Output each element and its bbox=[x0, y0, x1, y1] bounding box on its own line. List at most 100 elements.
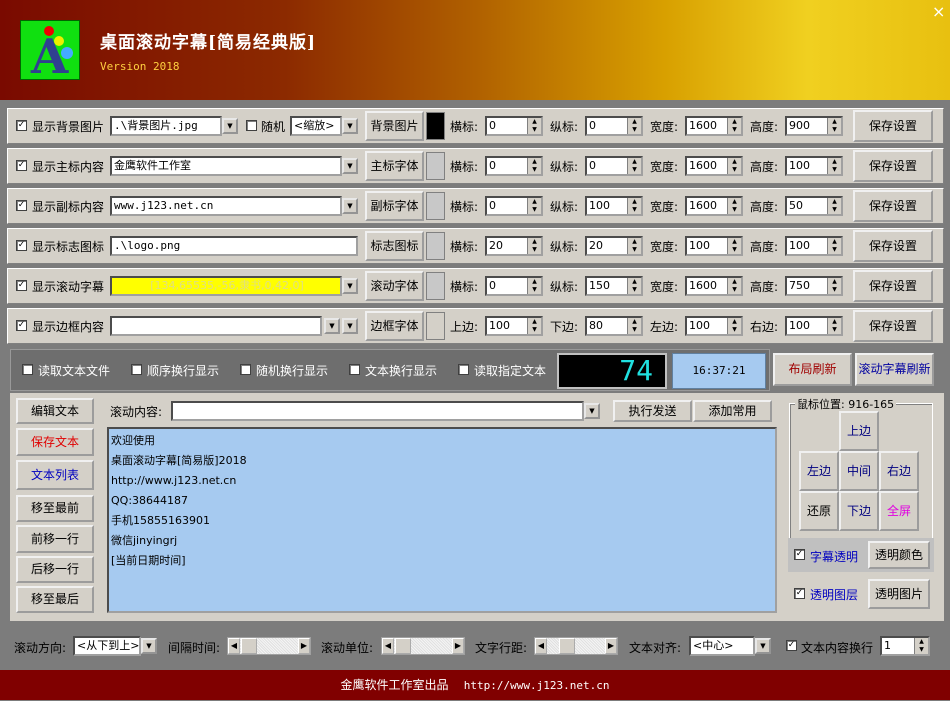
spinner-arrows-icon[interactable]: ▲ ▼ bbox=[627, 158, 641, 174]
number-spinner[interactable]: 0 ▲ ▼ bbox=[485, 116, 543, 136]
spinner-arrows-icon[interactable]: ▲ ▼ bbox=[527, 318, 541, 334]
send-button[interactable]: 执行发送 bbox=[613, 400, 692, 422]
transparent-image-button[interactable]: 透明图片 bbox=[868, 579, 930, 609]
close-button[interactable]: × bbox=[932, 2, 945, 21]
right-button[interactable]: 右边 bbox=[879, 451, 919, 491]
dropdown-button[interactable]: ▼ bbox=[342, 198, 358, 214]
scale-mode-dropdown-button[interactable]: ▼ bbox=[342, 118, 358, 134]
left-action-button[interactable]: 前移一行 bbox=[16, 525, 94, 553]
scroll-refresh-button[interactable]: 滚动字幕刷新 bbox=[855, 353, 934, 386]
font-button[interactable]: 标志图标 bbox=[365, 231, 424, 261]
subtitle-transparent-checkbox[interactable]: ✓ bbox=[794, 549, 805, 560]
add-common-button[interactable]: 添加常用 bbox=[693, 400, 772, 422]
option-checkbox[interactable] bbox=[458, 364, 469, 375]
top-button[interactable]: 上边 bbox=[839, 411, 879, 451]
dropdown-button[interactable]: ▼ bbox=[342, 278, 358, 294]
spinner-arrows-icon[interactable]: ▲ ▼ bbox=[727, 318, 741, 334]
color-swatch[interactable] bbox=[426, 232, 445, 260]
restore-button[interactable]: 还原 bbox=[799, 491, 839, 531]
save-settings-button[interactable]: 保存设置 bbox=[853, 310, 933, 342]
spinner-arrows-icon[interactable]: ▲ ▼ bbox=[827, 198, 841, 214]
save-settings-button[interactable]: 保存设置 bbox=[853, 150, 933, 182]
number-spinner[interactable]: 50 ▲ ▼ bbox=[785, 196, 843, 216]
color-swatch[interactable] bbox=[426, 272, 445, 300]
direction-dropdown-button[interactable]: ▼ bbox=[141, 638, 157, 654]
number-spinner[interactable]: 100 ▲ ▼ bbox=[585, 196, 643, 216]
number-spinner[interactable]: 0 ▲ ▼ bbox=[585, 116, 643, 136]
font-button[interactable]: 副标字体 bbox=[365, 191, 424, 221]
number-spinner[interactable]: 20 ▲ ▼ bbox=[585, 236, 643, 256]
option-checkbox[interactable] bbox=[349, 364, 360, 375]
line-spacing-slider[interactable]: ◀ ▶ bbox=[534, 637, 618, 655]
row-value-input[interactable]: www.j123.net.cn bbox=[110, 196, 342, 216]
content-textarea[interactable]: 欢迎使用 桌面滚动字幕[简易版]2018 http://www.j123.net… bbox=[107, 427, 777, 613]
middle-button[interactable]: 中间 bbox=[839, 451, 879, 491]
save-settings-button[interactable]: 保存设置 bbox=[853, 110, 933, 142]
transparent-color-button[interactable]: 透明颜色 bbox=[868, 541, 930, 569]
content-input[interactable] bbox=[171, 401, 584, 421]
number-spinner[interactable]: 0 ▲ ▼ bbox=[485, 196, 543, 216]
row-checkbox[interactable]: ✓ bbox=[16, 320, 27, 331]
number-spinner[interactable]: 100 ▲ ▼ bbox=[685, 316, 743, 336]
bottom-button[interactable]: 下边 bbox=[839, 491, 879, 531]
spinner-arrows-icon[interactable]: ▲ ▼ bbox=[827, 278, 841, 294]
number-spinner[interactable]: 0 ▲ ▼ bbox=[485, 156, 543, 176]
spinner-arrows-icon[interactable]: ▲ ▼ bbox=[827, 318, 841, 334]
spinner-arrows-icon[interactable]: ▲ ▼ bbox=[914, 638, 928, 654]
number-spinner[interactable]: 100 ▲ ▼ bbox=[685, 236, 743, 256]
left-action-button[interactable]: 移至最前 bbox=[16, 495, 94, 522]
number-spinner[interactable]: 750 ▲ ▼ bbox=[785, 276, 843, 296]
font-button[interactable]: 主标字体 bbox=[365, 151, 424, 181]
row-value-input[interactable] bbox=[110, 316, 322, 336]
row-value-input[interactable]: 金鹰软件工作室 bbox=[110, 156, 342, 176]
number-spinner[interactable]: 80 ▲ ▼ bbox=[585, 316, 643, 336]
spinner-arrows-icon[interactable]: ▲ ▼ bbox=[527, 198, 541, 214]
spinner-arrows-icon[interactable]: ▲ ▼ bbox=[527, 158, 541, 174]
spinner-arrows-icon[interactable]: ▲ ▼ bbox=[827, 118, 841, 134]
left-action-button[interactable]: 编辑文本 bbox=[16, 398, 94, 424]
spinner-arrows-icon[interactable]: ▲ ▼ bbox=[627, 318, 641, 334]
align-dropdown-button[interactable]: ▼ bbox=[755, 638, 771, 654]
scroll-unit-slider[interactable]: ◀ ▶ bbox=[381, 637, 465, 655]
row-checkbox[interactable]: ✓ bbox=[16, 200, 27, 211]
number-spinner[interactable]: 0 ▲ ▼ bbox=[485, 276, 543, 296]
layout-refresh-button[interactable]: 布局刷新 bbox=[773, 353, 852, 386]
font-button[interactable]: 背景图片 bbox=[365, 111, 424, 141]
left-action-button[interactable]: 文本列表 bbox=[16, 460, 94, 490]
align-select[interactable]: <中心> bbox=[689, 636, 755, 656]
direction-select[interactable]: <从下到上> bbox=[73, 636, 141, 656]
row-value-input[interactable]: .\logo.png bbox=[110, 236, 358, 256]
footer-url[interactable]: http://www.j123.net.cn bbox=[464, 679, 610, 692]
interval-slider[interactable]: ◀ ▶ bbox=[227, 637, 311, 655]
spinner-arrows-icon[interactable]: ▲ ▼ bbox=[627, 198, 641, 214]
scale-mode-select[interactable]: <缩放> bbox=[290, 116, 342, 136]
dropdown-button[interactable]: ▼ bbox=[342, 318, 358, 334]
row-value-input[interactable]: .\背景图片.jpg bbox=[110, 116, 222, 136]
font-button[interactable]: 边框字体 bbox=[365, 311, 424, 341]
number-spinner[interactable]: 20 ▲ ▼ bbox=[485, 236, 543, 256]
number-spinner[interactable]: 1600 ▲ ▼ bbox=[685, 116, 743, 136]
spinner-arrows-icon[interactable]: ▲ ▼ bbox=[527, 118, 541, 134]
option-checkbox[interactable] bbox=[131, 364, 142, 375]
number-spinner[interactable]: 0 ▲ ▼ bbox=[585, 156, 643, 176]
left-action-button[interactable]: 保存文本 bbox=[16, 428, 94, 456]
spinner-arrows-icon[interactable]: ▲ ▼ bbox=[827, 238, 841, 254]
left-action-button[interactable]: 移至最后 bbox=[16, 586, 94, 613]
number-spinner[interactable]: 1600 ▲ ▼ bbox=[685, 156, 743, 176]
number-spinner[interactable]: 100 ▲ ▼ bbox=[785, 236, 843, 256]
save-settings-button[interactable]: 保存设置 bbox=[853, 270, 933, 302]
number-spinner[interactable]: 1600 ▲ ▼ bbox=[685, 196, 743, 216]
row-checkbox[interactable]: ✓ bbox=[16, 120, 27, 131]
fullscreen-button[interactable]: 全屏 bbox=[879, 491, 919, 531]
color-swatch[interactable] bbox=[426, 112, 445, 140]
left-action-button[interactable]: 后移一行 bbox=[16, 556, 94, 583]
color-swatch[interactable] bbox=[426, 312, 445, 340]
spinner-arrows-icon[interactable]: ▲ ▼ bbox=[627, 118, 641, 134]
font-button[interactable]: 滚动字体 bbox=[365, 271, 424, 301]
row-checkbox[interactable]: ✓ bbox=[16, 280, 27, 291]
spinner-arrows-icon[interactable]: ▲ ▼ bbox=[527, 238, 541, 254]
number-spinner[interactable]: 900 ▲ ▼ bbox=[785, 116, 843, 136]
content-dropdown-button[interactable]: ▼ bbox=[584, 403, 600, 419]
random-checkbox[interactable] bbox=[246, 120, 257, 131]
spinner-arrows-icon[interactable]: ▲ ▼ bbox=[627, 238, 641, 254]
